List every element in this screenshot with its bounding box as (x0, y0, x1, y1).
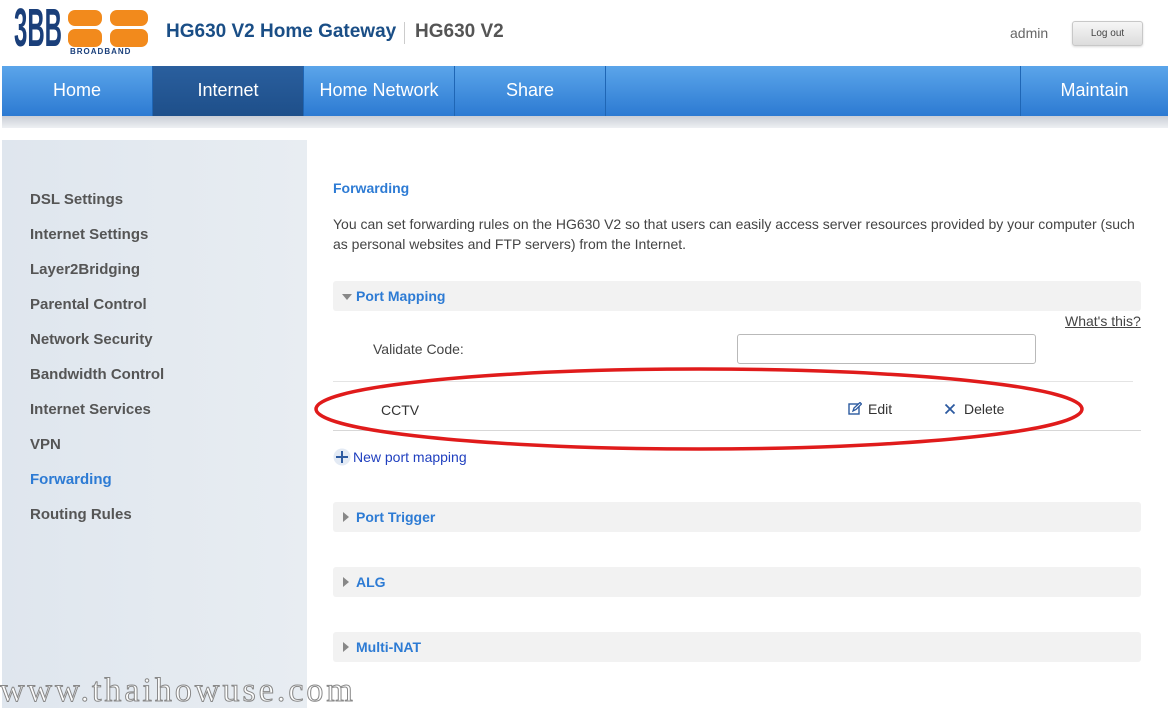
edit-button[interactable]: Edit (848, 401, 892, 417)
sidebar-item-internet-settings[interactable]: Internet Settings (30, 226, 148, 243)
nav-shadow (2, 116, 1168, 128)
validate-code-label: Validate Code: (373, 341, 464, 357)
section-label: Port Mapping (356, 288, 446, 304)
nav-home[interactable]: Home (2, 66, 153, 116)
logo-block-top-2 (110, 10, 148, 26)
nav-maintain[interactable]: Maintain (1020, 66, 1168, 116)
section-multi-nat[interactable]: Multi-NAT (333, 632, 1141, 662)
main-content: Forwarding You can set forwarding rules … (307, 140, 1168, 708)
caret-right-icon (343, 577, 349, 587)
page-title: Forwarding (333, 180, 410, 196)
whats-this-link[interactable]: What's this? (1065, 313, 1141, 329)
edit-label: Edit (868, 401, 893, 417)
sidebar-item-parental-control[interactable]: Parental Control (30, 296, 147, 313)
header: 3BB BROADBAND HG630 V2 Home Gateway HG63… (0, 0, 1168, 66)
sidebar-item-network-security[interactable]: Network Security (30, 331, 153, 348)
logo-block-top (68, 10, 102, 26)
sidebar-item-vpn[interactable]: VPN (30, 436, 61, 453)
title-divider (404, 22, 405, 44)
new-port-mapping-label: New port mapping (353, 449, 467, 465)
logo-block-bottom-2 (110, 29, 148, 47)
sidebar-item-layer2bridging[interactable]: Layer2Bridging (30, 261, 140, 278)
section-label: Port Trigger (356, 509, 436, 525)
caret-down-icon (342, 294, 352, 300)
plus-icon (333, 448, 351, 466)
section-label: ALG (356, 574, 386, 590)
sidebar-item-forwarding[interactable]: Forwarding (30, 471, 112, 488)
brand-logo: 3BB BROADBAND (14, 2, 148, 56)
username-label: admin (1010, 25, 1049, 41)
sidebar-item-bandwidth-control[interactable]: Bandwidth Control (30, 366, 164, 383)
nav-share[interactable]: Share (455, 66, 606, 116)
new-port-mapping-button[interactable]: New port mapping (333, 448, 467, 466)
delete-button[interactable]: Delete (944, 401, 1004, 417)
product-title: HG630 V2 Home Gateway (166, 21, 397, 42)
section-port-trigger[interactable]: Port Trigger (333, 502, 1141, 532)
sidebar-item-internet-services[interactable]: Internet Services (30, 401, 151, 418)
sidebar-item-dsl-settings[interactable]: DSL Settings (30, 191, 123, 208)
validate-code-input[interactable] (737, 334, 1036, 364)
sidebar-item-routing-rules[interactable]: Routing Rules (30, 506, 132, 523)
logo-block-bottom (68, 29, 102, 47)
sidebar: DSL Settings Internet Settings Layer2Bri… (2, 140, 307, 708)
logo-subtext: BROADBAND (70, 47, 131, 56)
nav-home-network[interactable]: Home Network (304, 66, 455, 116)
row-divider-bottom (333, 430, 1141, 431)
section-alg[interactable]: ALG (333, 567, 1141, 597)
model-title: HG630 V2 (415, 21, 504, 42)
nav-internet[interactable]: Internet (153, 66, 304, 116)
rule-name: CCTV (381, 402, 420, 418)
main-nav: Home Internet Home Network Share Maintai… (2, 66, 1168, 116)
section-port-mapping[interactable]: Port Mapping (333, 281, 1141, 311)
logout-button[interactable]: Log out (1072, 21, 1143, 46)
page-description: You can set forwarding rules on the HG63… (333, 216, 1135, 252)
row-divider (333, 381, 1133, 382)
caret-right-icon (343, 642, 349, 652)
logo-mark: 3BB (14, 2, 62, 56)
section-label: Multi-NAT (356, 639, 422, 655)
edit-icon (848, 402, 862, 415)
delete-label: Delete (964, 401, 1005, 417)
caret-right-icon (343, 512, 349, 522)
close-icon (944, 403, 956, 415)
